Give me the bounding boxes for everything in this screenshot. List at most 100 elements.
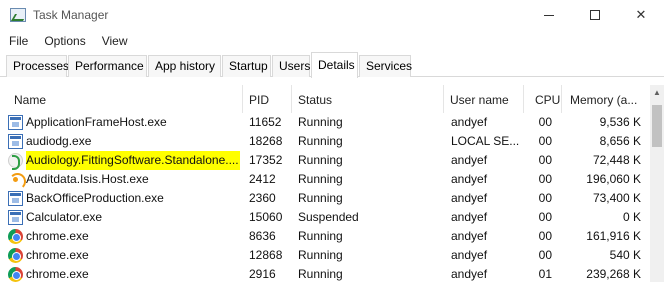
process-status: Running — [298, 134, 343, 148]
process-user: andyef — [451, 153, 488, 167]
process-memory: 9,536 K — [599, 115, 641, 129]
process-user: andyef — [451, 115, 488, 129]
process-name: Audiology.FittingSoftware.Standalone.... — [26, 151, 240, 170]
scrollbar-thumb[interactable] — [652, 105, 662, 147]
process-user: andyef — [451, 229, 488, 243]
column-header-user-name[interactable]: User name — [444, 85, 524, 113]
process-user: andyef — [451, 248, 488, 262]
process-pid: 2916 — [249, 267, 276, 281]
process-status: Running — [298, 172, 343, 186]
tab-app-history[interactable]: App history — [148, 55, 221, 77]
table-row[interactable]: Calculator.exe 15060 Suspended andyef 00… — [0, 208, 650, 227]
table-row[interactable]: BackOfficeProduction.exe 2360 Running an… — [0, 189, 650, 208]
app-window-icon — [8, 134, 23, 149]
process-user: andyef — [451, 172, 488, 186]
app-window-icon — [8, 115, 23, 130]
process-memory: 8,656 K — [599, 134, 641, 148]
process-cpu: 00 — [538, 153, 552, 167]
table-row[interactable]: Audiology.FittingSoftware.Standalone....… — [0, 151, 650, 170]
process-pid: 18268 — [249, 134, 283, 148]
table-row[interactable]: audiodg.exe 18268 Running LOCAL SE... 00… — [0, 132, 650, 151]
process-user: andyef — [451, 267, 488, 281]
chrome-icon — [8, 267, 23, 282]
audiology-icon — [8, 153, 23, 170]
process-pid: 8636 — [249, 229, 276, 243]
chrome-icon — [8, 229, 23, 244]
process-user: LOCAL SE... — [451, 134, 520, 148]
process-pid: 11652 — [249, 115, 282, 129]
process-status: Running — [298, 115, 343, 129]
close-icon: ✕ — [635, 7, 647, 22]
menu-file[interactable]: File — [0, 32, 35, 50]
app-window-icon — [8, 210, 23, 225]
table-row[interactable]: chrome.exe 2916 Running andyef 01 239,26… — [0, 265, 650, 282]
process-status: Suspended — [298, 210, 359, 224]
process-name: Auditdata.Isis.Host.exe — [26, 172, 149, 186]
process-cpu: 01 — [538, 267, 552, 281]
process-user: andyef — [451, 191, 488, 205]
process-cpu: 00 — [538, 210, 552, 224]
process-memory: 0 K — [622, 210, 641, 224]
process-name: chrome.exe — [26, 248, 89, 262]
process-memory: 72,448 K — [592, 153, 641, 167]
tab-strip: Processes Performance App history Startu… — [0, 52, 664, 78]
process-memory: 196,060 K — [586, 172, 641, 186]
column-header-name[interactable]: Name — [8, 85, 243, 113]
process-cpu: 00 — [538, 172, 552, 186]
process-memory: 540 K — [609, 248, 641, 262]
menu-bar: File Options View — [0, 32, 135, 50]
maximize-icon — [590, 10, 600, 20]
process-cpu: 00 — [538, 248, 552, 262]
process-status: Running — [298, 229, 343, 243]
process-name: Calculator.exe — [26, 210, 103, 224]
minimize-button[interactable] — [526, 0, 572, 30]
close-button[interactable]: ✕ — [618, 0, 664, 30]
process-cpu: 00 — [538, 134, 552, 148]
title-bar: Task Manager ✕ — [0, 0, 664, 30]
scroll-up-arrow-icon[interactable]: ▲ — [650, 85, 664, 101]
window-title: Task Manager — [33, 8, 109, 22]
task-manager-icon — [10, 8, 26, 22]
menu-options[interactable]: Options — [35, 32, 92, 50]
tab-processes[interactable]: Processes — [6, 55, 69, 77]
menu-view[interactable]: View — [93, 32, 135, 50]
process-pid: 2360 — [249, 191, 276, 205]
process-pid: 12868 — [249, 248, 283, 262]
process-status: Running — [298, 248, 343, 262]
table-row[interactable]: Auditdata.Isis.Host.exe 2412 Running and… — [0, 170, 650, 190]
table-row[interactable]: chrome.exe 8636 Running andyef 00 161,91… — [0, 227, 650, 246]
tab-details[interactable]: Details — [311, 52, 358, 78]
column-header-row: Name PID Status User name CPU Memory (a.… — [0, 85, 650, 113]
process-cpu: 00 — [538, 229, 552, 243]
column-header-status[interactable]: Status — [292, 85, 444, 113]
process-user: andyef — [451, 210, 488, 224]
process-status: Running — [298, 191, 343, 205]
column-header-memory[interactable]: Memory (a... — [562, 85, 650, 113]
process-name: chrome.exe — [26, 229, 89, 243]
process-memory: 239,268 K — [586, 267, 641, 281]
process-pid: 15060 — [249, 210, 283, 224]
tab-performance[interactable]: Performance — [68, 55, 147, 77]
tab-users[interactable]: Users — [272, 55, 310, 77]
minimize-icon — [544, 14, 554, 16]
process-name: chrome.exe — [26, 267, 89, 281]
process-pid: 17352 — [249, 153, 283, 167]
column-header-cpu[interactable]: CPU — [524, 85, 562, 113]
maximize-button[interactable] — [572, 0, 618, 30]
process-pid: 2412 — [249, 172, 276, 186]
tab-services[interactable]: Services — [359, 55, 412, 77]
vertical-scrollbar[interactable]: ▲ — [650, 85, 664, 282]
process-cpu: 00 — [538, 191, 552, 205]
auditdata-icon — [8, 172, 26, 190]
chrome-icon — [8, 248, 23, 263]
column-header-pid[interactable]: PID — [243, 85, 292, 113]
tab-startup[interactable]: Startup — [222, 55, 271, 77]
process-memory: 73,400 K — [592, 191, 641, 205]
process-status: Running — [298, 153, 343, 167]
table-row[interactable]: chrome.exe 12868 Running andyef 00 540 K — [0, 246, 650, 265]
process-status: Running — [298, 267, 343, 281]
process-name: ApplicationFrameHost.exe — [26, 115, 167, 129]
table-row[interactable]: ApplicationFrameHost.exe 11652 Running a… — [0, 113, 650, 132]
app-window-icon — [8, 191, 23, 206]
process-cpu: 00 — [538, 115, 552, 129]
